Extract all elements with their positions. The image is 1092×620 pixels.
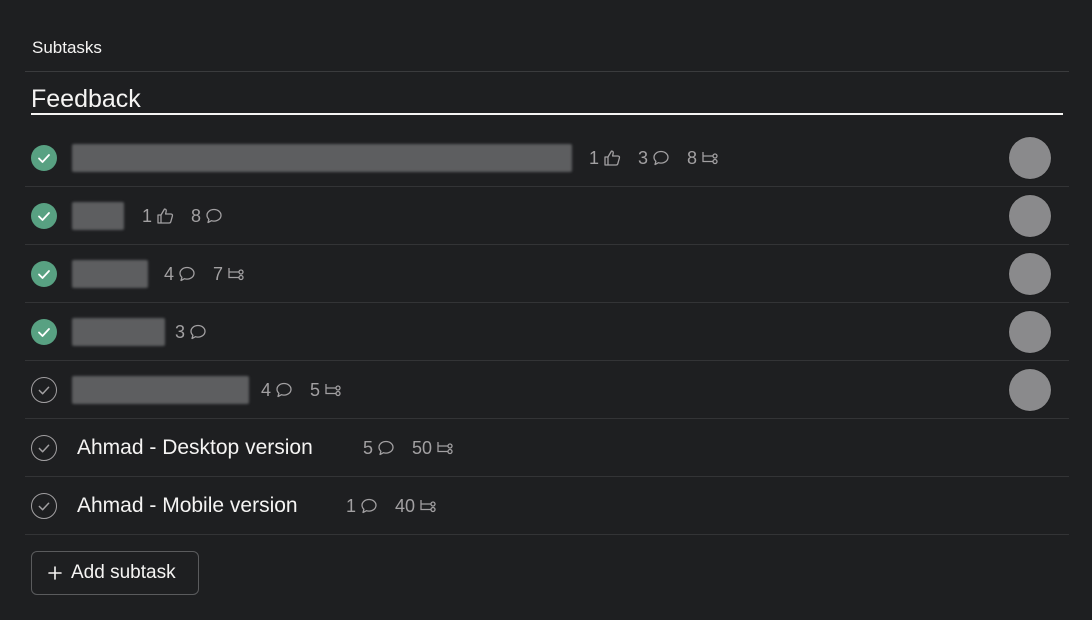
comment-count: 5 — [363, 438, 396, 459]
subtask-row[interactable]: 4 5 — [25, 361, 1069, 419]
check-circle-icon[interactable] — [31, 493, 57, 519]
comment-count-value: 3 — [638, 147, 649, 168]
check-circle-icon[interactable] — [31, 435, 57, 461]
like-count: 1 — [142, 206, 175, 227]
comment-count-value: 4 — [164, 263, 175, 284]
comment-count: 8 — [191, 206, 224, 227]
comment-count-value: 8 — [191, 205, 202, 226]
subtask-count-value: 40 — [395, 495, 416, 516]
comment-bubble-icon — [653, 150, 669, 166]
task-name[interactable]: Ahmad - Desktop version — [77, 436, 313, 460]
redacted-task-name[interactable] — [72, 260, 148, 288]
plus-icon — [48, 566, 62, 580]
check-circle-icon[interactable] — [31, 319, 57, 345]
comment-count-value: 3 — [175, 321, 186, 342]
subtasks-label: Subtasks — [32, 38, 102, 57]
redacted-task-name[interactable] — [72, 144, 572, 172]
subtask-tree-icon — [228, 268, 244, 281]
subtask-count-value: 7 — [213, 263, 224, 284]
avatar[interactable] — [1009, 369, 1051, 411]
comment-bubble-icon — [179, 266, 195, 282]
subtask-tree-icon — [437, 442, 453, 455]
comment-count-value: 1 — [346, 495, 357, 516]
subtask-tree-icon — [702, 152, 718, 165]
task-meta: 5 50 — [363, 435, 455, 461]
subtask-count-value: 50 — [412, 437, 433, 458]
comment-count: 4 — [261, 380, 294, 401]
subtask-row[interactable]: 1 3 8 — [25, 129, 1069, 187]
subtask-count: 40 — [395, 496, 438, 517]
comment-count: 4 — [164, 264, 197, 285]
task-meta: 1 8 — [142, 203, 224, 229]
subtask-row[interactable]: 4 7 — [25, 245, 1069, 303]
comment-count-value: 5 — [363, 437, 374, 458]
comment-count: 3 — [175, 322, 208, 343]
thumbs-up-icon — [157, 208, 174, 224]
comment-count: 1 — [346, 496, 379, 517]
subtask-count: 50 — [412, 438, 455, 459]
task-name[interactable]: Ahmad - Mobile version — [77, 494, 298, 518]
subtask-row[interactable]: Ahmad - Desktop version 5 50 — [25, 419, 1069, 477]
subtasks-panel: Subtasks Feedback 1 3 8 1 8 4 7 3 4 5 Ah… — [0, 0, 1092, 620]
subtask-count: 5 — [310, 380, 343, 401]
task-meta: 1 40 — [346, 493, 438, 519]
redacted-task-name[interactable] — [72, 376, 249, 404]
like-count-value: 1 — [142, 205, 153, 226]
comment-bubble-icon — [378, 440, 394, 456]
redacted-task-name[interactable] — [72, 318, 165, 346]
avatar[interactable] — [1009, 137, 1051, 179]
check-circle-icon[interactable] — [31, 377, 57, 403]
subtask-count: 8 — [687, 148, 720, 169]
subtask-count: 7 — [213, 264, 246, 285]
divider — [25, 71, 1069, 72]
thumbs-up-icon — [604, 150, 621, 166]
check-circle-icon[interactable] — [31, 261, 57, 287]
subtask-count-value: 5 — [310, 379, 321, 400]
subtask-count-value: 8 — [687, 147, 698, 168]
task-meta: 3 — [175, 319, 208, 345]
avatar[interactable] — [1009, 253, 1051, 295]
task-meta: 1 3 8 — [589, 145, 720, 171]
subtask-row[interactable]: 3 — [25, 303, 1069, 361]
comment-count: 3 — [638, 148, 671, 169]
check-circle-icon[interactable] — [31, 203, 57, 229]
check-circle-icon[interactable] — [31, 145, 57, 171]
comment-bubble-icon — [206, 208, 222, 224]
subtask-tree-icon — [325, 384, 341, 397]
redacted-task-name[interactable] — [72, 202, 124, 230]
subtask-tree-icon — [420, 500, 436, 513]
comment-bubble-icon — [190, 324, 206, 340]
like-count-value: 1 — [589, 147, 600, 168]
avatar[interactable] — [1009, 311, 1051, 353]
section-header[interactable]: Feedback — [31, 81, 1063, 115]
comment-bubble-icon — [276, 382, 292, 398]
subtask-row[interactable]: Ahmad - Mobile version 1 40 — [25, 477, 1069, 535]
subtask-list: 1 3 8 1 8 4 7 3 4 5 Ahmad - Desktop vers… — [25, 129, 1069, 535]
comment-bubble-icon — [361, 498, 377, 514]
comment-count-value: 4 — [261, 379, 272, 400]
subtask-row[interactable]: 1 8 — [25, 187, 1069, 245]
add-subtask-button[interactable]: Add subtask — [31, 551, 199, 595]
task-meta: 4 7 — [164, 261, 246, 287]
like-count: 1 — [589, 148, 622, 169]
avatar[interactable] — [1009, 195, 1051, 237]
task-meta: 4 5 — [261, 377, 343, 403]
section-title[interactable]: Feedback — [31, 84, 141, 114]
add-subtask-label: Add subtask — [71, 562, 176, 583]
